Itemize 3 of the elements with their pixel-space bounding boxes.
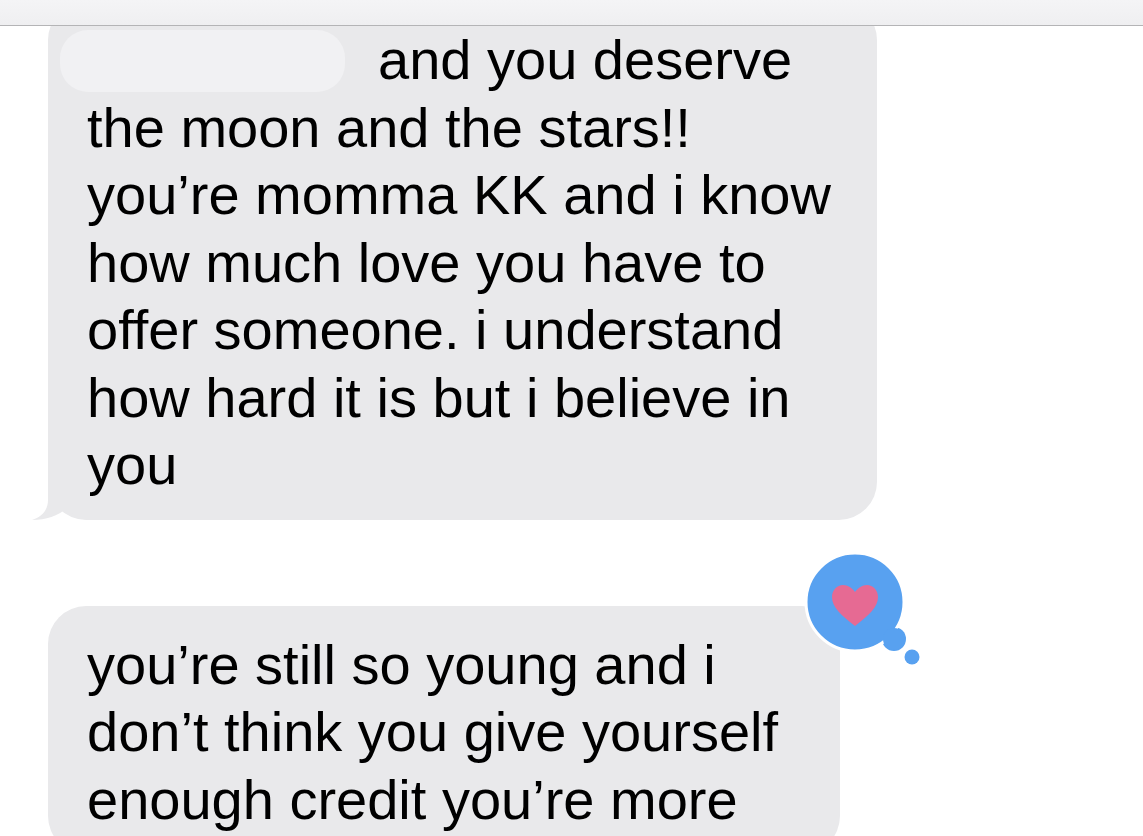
message-text: the moon and the stars!! you’re momma KK and i know how much love you have to offer someone. i understand how hard it is but i believe in you [87, 94, 831, 498]
message-text: you’re still so young and i don’t think you give yourself enough credit you’re more [87, 631, 779, 833]
message-text: and you deserve [378, 27, 793, 93]
